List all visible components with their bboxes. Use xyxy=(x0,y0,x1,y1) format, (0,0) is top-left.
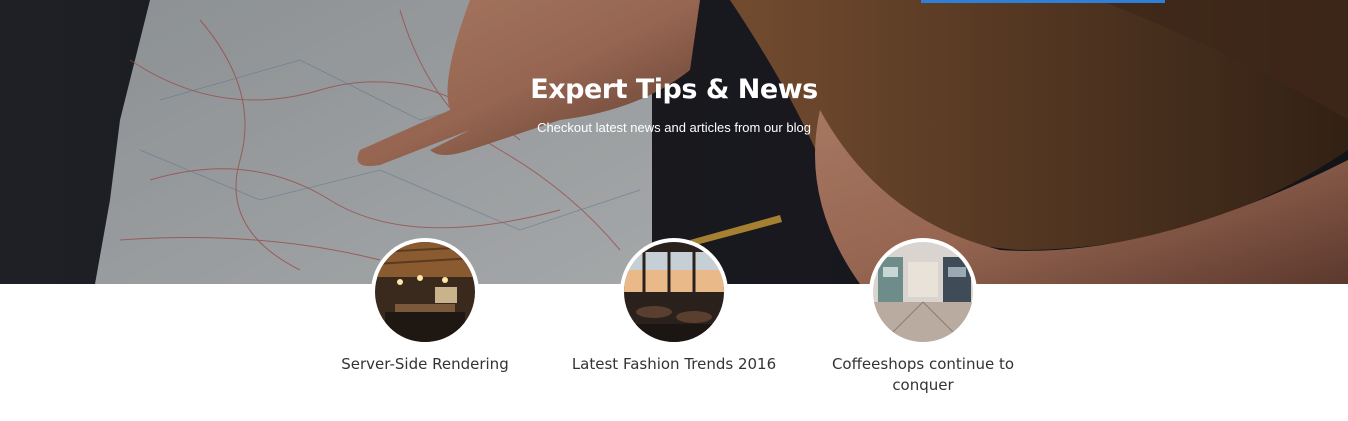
hero-subtitle: Checkout latest news and articles from o… xyxy=(537,120,811,135)
post-title[interactable]: Latest Fashion Trends 2016 xyxy=(569,354,779,375)
post-thumbnail-image[interactable] xyxy=(620,238,728,346)
post-title[interactable]: Server-Side Rendering xyxy=(320,354,530,375)
post-title[interactable]: Coffeeshops continue to conquer xyxy=(818,354,1028,396)
blog-post-card[interactable]: Server-Side Rendering xyxy=(320,238,530,375)
post-thumbnail-image[interactable] xyxy=(371,238,479,346)
blog-post-card[interactable]: Coffeeshops continue to conquer xyxy=(818,238,1028,396)
hero-title: Expert Tips & News xyxy=(530,74,818,105)
blog-post-card[interactable]: Latest Fashion Trends 2016 xyxy=(569,238,779,375)
post-thumbnail-image[interactable] xyxy=(869,238,977,346)
accent-strip xyxy=(921,0,1165,3)
